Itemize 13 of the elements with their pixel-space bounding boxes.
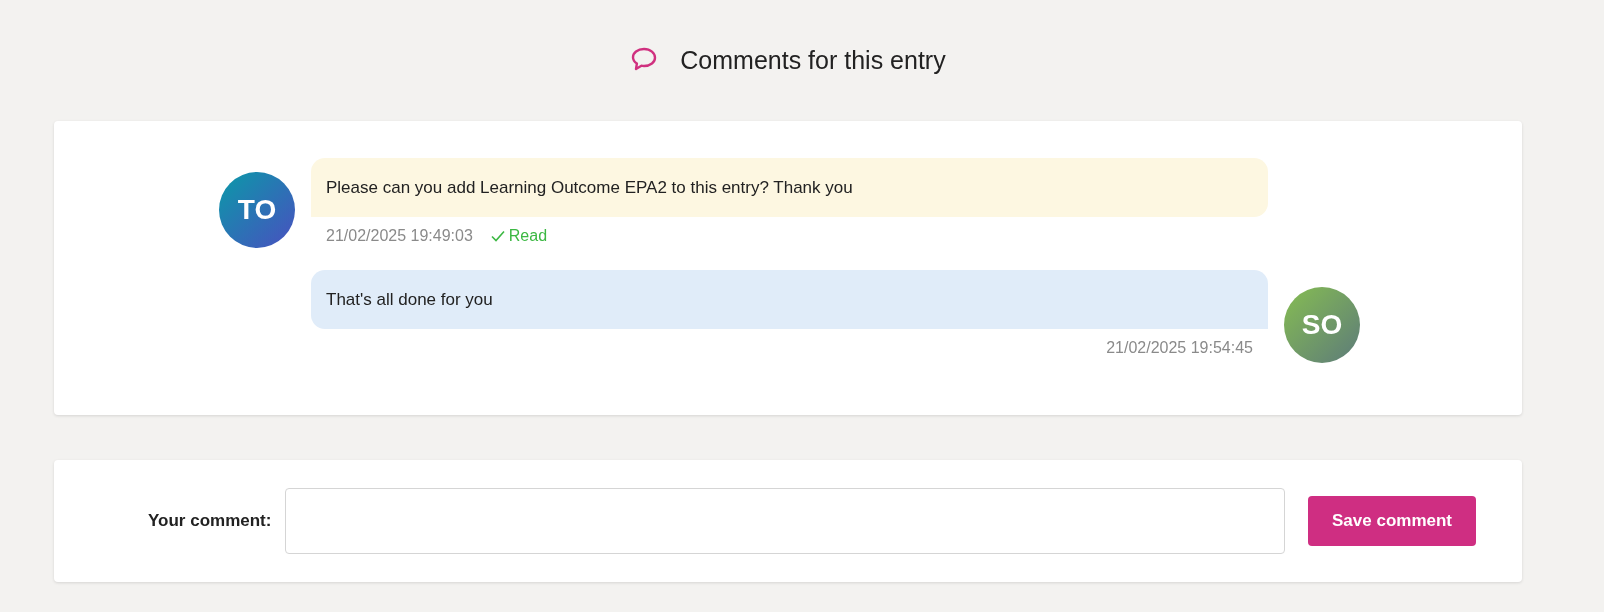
comment-input[interactable] (285, 488, 1285, 554)
read-status: Read (490, 227, 548, 245)
avatar: TO (219, 172, 295, 248)
message-bubble: Please can you add Learning Outcome EPA2 to this entry? Thank you (311, 158, 1268, 217)
timestamp: 21/02/2025 19:54:45 (1106, 339, 1253, 357)
message-bubble: That's all done for you (311, 270, 1268, 329)
check-icon (490, 230, 505, 242)
speech-bubble-icon (630, 45, 659, 72)
timestamp: 21/02/2025 19:49:03 (326, 227, 473, 245)
section-title: Comments for this entry (680, 46, 946, 75)
save-comment-button[interactable]: Save comment (1308, 496, 1476, 546)
avatar: SO (1284, 287, 1360, 363)
field-label: Your comment: (148, 511, 272, 531)
